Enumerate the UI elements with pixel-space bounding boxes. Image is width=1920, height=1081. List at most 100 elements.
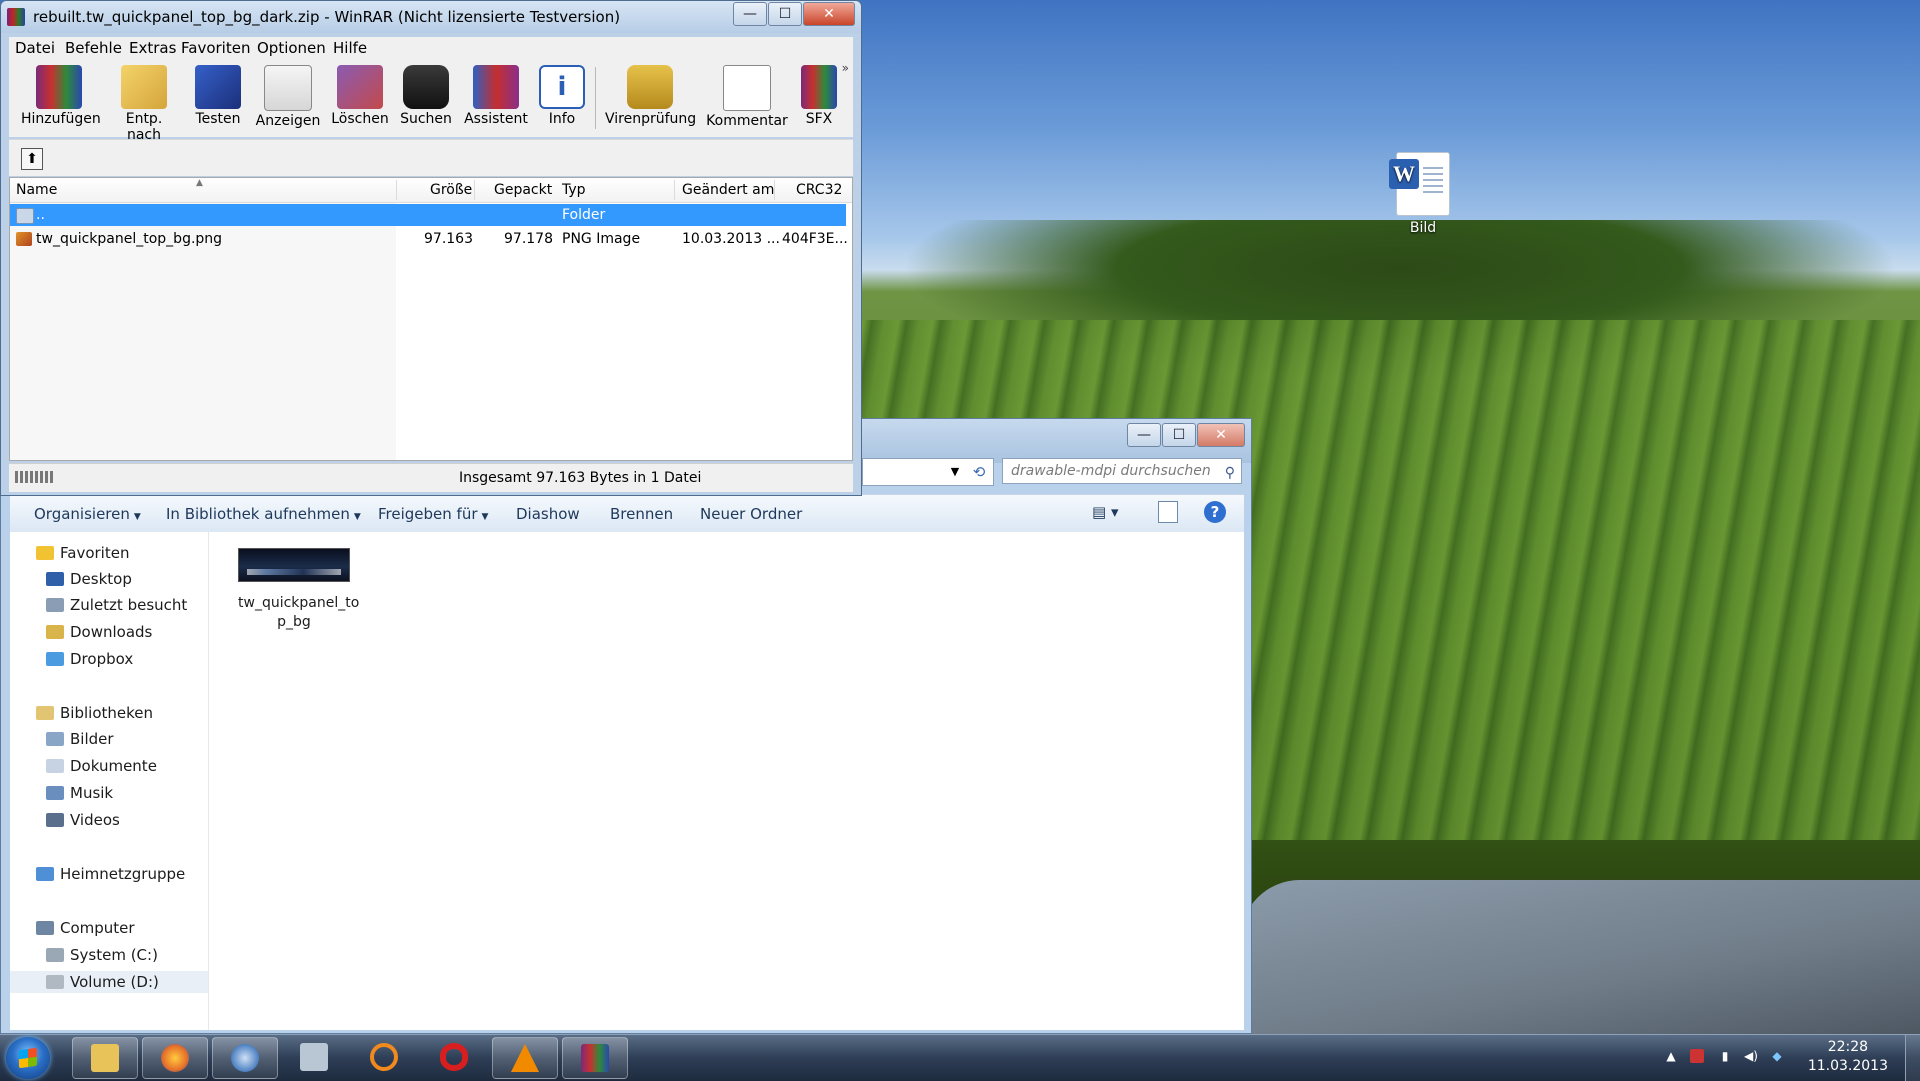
toolbar-separator [595, 67, 596, 129]
organize-button[interactable]: Organisieren ▼ [34, 505, 141, 523]
help-icon[interactable]: ? [1204, 501, 1226, 523]
nav-drive-d[interactable]: Volume (D:) [10, 971, 208, 993]
burn-button[interactable]: Brennen [610, 505, 673, 523]
nav-computer[interactable]: Computer [36, 917, 234, 939]
comment-icon [723, 65, 771, 111]
file-list: Name ▲ Größe Gepackt Typ Geändert am CRC… [9, 177, 853, 461]
start-button[interactable] [6, 1037, 50, 1079]
col-packed[interactable]: Gepackt [494, 182, 552, 198]
close-button[interactable]: ✕ [803, 2, 855, 26]
col-name[interactable]: Name [16, 182, 57, 198]
clock[interactable]: 22:28 11.03.2013 [1808, 1038, 1888, 1076]
menu-bar: Datei Befehle Extras Favoriten Optionen … [9, 37, 853, 62]
taskbar-calculator[interactable] [282, 1037, 346, 1077]
winrar-window: rebuilt.tw_quickpanel_top_bg_dark.zip - … [0, 0, 862, 496]
nav-videos[interactable]: Videos [46, 809, 244, 831]
taskbar-opera[interactable] [422, 1037, 486, 1077]
taskbar-thunderbird[interactable] [212, 1037, 278, 1079]
col-type[interactable]: Typ [562, 182, 586, 198]
nav-recent[interactable]: Zuletzt besucht [46, 594, 244, 616]
menu-befehle[interactable]: Befehle [65, 39, 122, 57]
desktop-icon-bild[interactable]: W Bild [1378, 152, 1468, 236]
taskbar-vlc[interactable] [492, 1037, 558, 1079]
nav-downloads[interactable]: Downloads [46, 621, 244, 643]
nav-dropbox[interactable]: Dropbox [46, 648, 244, 670]
toolbar-comment-button[interactable]: Kommentar [705, 65, 789, 129]
toolbar-find-button[interactable]: Suchen [399, 65, 453, 127]
sort-ascending-icon: ▲ [196, 178, 203, 188]
drive-key-icon[interactable] [15, 471, 55, 483]
preview-pane-icon[interactable] [1158, 501, 1178, 523]
view-options-icon[interactable]: ▤ ▾ [1092, 503, 1118, 521]
network-icon[interactable]: ▮ [1718, 1049, 1732, 1063]
col-size[interactable]: Größe [430, 182, 472, 198]
toolbar-info-button[interactable]: i Info [539, 65, 585, 127]
winrar-titlebar[interactable]: rebuilt.tw_quickpanel_top_bg_dark.zip - … [1, 1, 861, 33]
nav-favorites[interactable]: Favoriten [36, 542, 234, 564]
close-button[interactable]: ✕ [1197, 423, 1245, 447]
nav-pictures[interactable]: Bilder [46, 728, 244, 750]
menu-hilfe[interactable]: Hilfe [333, 39, 367, 57]
show-desktop-button[interactable] [1905, 1035, 1920, 1081]
nav-homegroup[interactable]: Heimnetzgruppe [36, 863, 234, 885]
nav-drive-c[interactable]: System (C:) [46, 944, 244, 966]
toolbar-overflow-icon[interactable]: » [842, 61, 849, 75]
menu-optionen[interactable]: Optionen [257, 39, 326, 57]
toolbar-view-button[interactable]: Anzeigen [255, 65, 321, 129]
menu-datei[interactable]: Datei [15, 39, 55, 57]
maximize-button[interactable]: ☐ [768, 2, 802, 26]
volume-icon[interactable]: ◀) [1744, 1049, 1758, 1063]
col-modified[interactable]: Geändert am [682, 182, 774, 198]
new-folder-button[interactable]: Neuer Ordner [700, 505, 802, 523]
slideshow-button[interactable]: Diashow [516, 505, 580, 523]
videos-icon [46, 813, 64, 827]
chevron-down-icon: ▼ [133, 512, 141, 522]
up-folder-button[interactable]: ⬆ [21, 148, 43, 170]
pictures-icon [46, 732, 64, 746]
address-dropdown-icon[interactable]: ▼ [946, 460, 964, 484]
winrar-icon [581, 1044, 609, 1072]
star-icon [36, 546, 54, 560]
taskbar-link-app[interactable] [352, 1037, 416, 1077]
share-with-button[interactable]: Freigeben für ▼ [378, 505, 488, 523]
table-row[interactable]: tw_quickpanel_top_bg.png 97.163 97.178 P… [10, 228, 848, 250]
desktop-icon-label: Bild [1409, 220, 1437, 236]
toolbar-delete-button[interactable]: Löschen [331, 65, 389, 127]
menu-extras[interactable]: Extras [129, 39, 176, 57]
taskbar-explorer[interactable] [72, 1037, 138, 1079]
maximize-button[interactable]: ☐ [1162, 423, 1196, 447]
clock-time: 22:28 [1827, 1039, 1869, 1055]
search-input[interactable]: drawable-mdpi durchsuchen ⚲ [1002, 458, 1242, 484]
dropbox-icon[interactable]: ◆ [1770, 1049, 1784, 1063]
documents-icon [46, 759, 64, 773]
file-item[interactable]: tw_quickpanel_to p_bg [238, 548, 359, 632]
toolbar-virus-scan-button[interactable]: Virenprüfung [605, 65, 696, 127]
nav-music[interactable]: Musik [46, 782, 244, 804]
folder-icon [91, 1044, 119, 1072]
nav-libraries[interactable]: Bibliotheken [36, 702, 234, 724]
parent-folder-icon [16, 208, 34, 224]
nav-documents[interactable]: Dokumente [46, 755, 244, 777]
show-hidden-icons-icon[interactable]: ▲ [1664, 1049, 1678, 1063]
menu-favoriten[interactable]: Favoriten [181, 39, 250, 57]
status-bar: Insgesamt 97.163 Bytes in 1 Datei [9, 463, 853, 492]
table-row[interactable]: .. Folder [10, 204, 846, 226]
minimize-button[interactable]: — [1127, 423, 1161, 447]
dropbox-icon [46, 652, 64, 666]
toolbar-add-button[interactable]: Hinzufügen [21, 65, 101, 127]
thunderbird-icon [231, 1044, 259, 1072]
toolbar-wizard-button[interactable]: Assistent [463, 65, 529, 127]
add-to-library-button[interactable]: In Bibliothek aufnehmen ▼ [166, 505, 361, 523]
nav-desktop[interactable]: Desktop [46, 568, 244, 590]
search-icon[interactable]: ⚲ [1225, 461, 1235, 485]
toolbar-sfx-button[interactable]: SFX [799, 65, 839, 127]
refresh-icon[interactable]: ⟲ [966, 460, 992, 484]
toolbar-test-button[interactable]: Testen [191, 65, 245, 127]
toolbar-extract-button[interactable]: Entp. nach [107, 65, 181, 143]
minimize-button[interactable]: — [733, 2, 767, 26]
taskbar-winrar[interactable] [562, 1037, 628, 1079]
col-crc[interactable]: CRC32 [796, 182, 842, 198]
clock-date: 11.03.2013 [1807, 1058, 1888, 1074]
taskbar-firefox[interactable] [142, 1037, 208, 1079]
action-center-icon[interactable] [1690, 1049, 1704, 1063]
